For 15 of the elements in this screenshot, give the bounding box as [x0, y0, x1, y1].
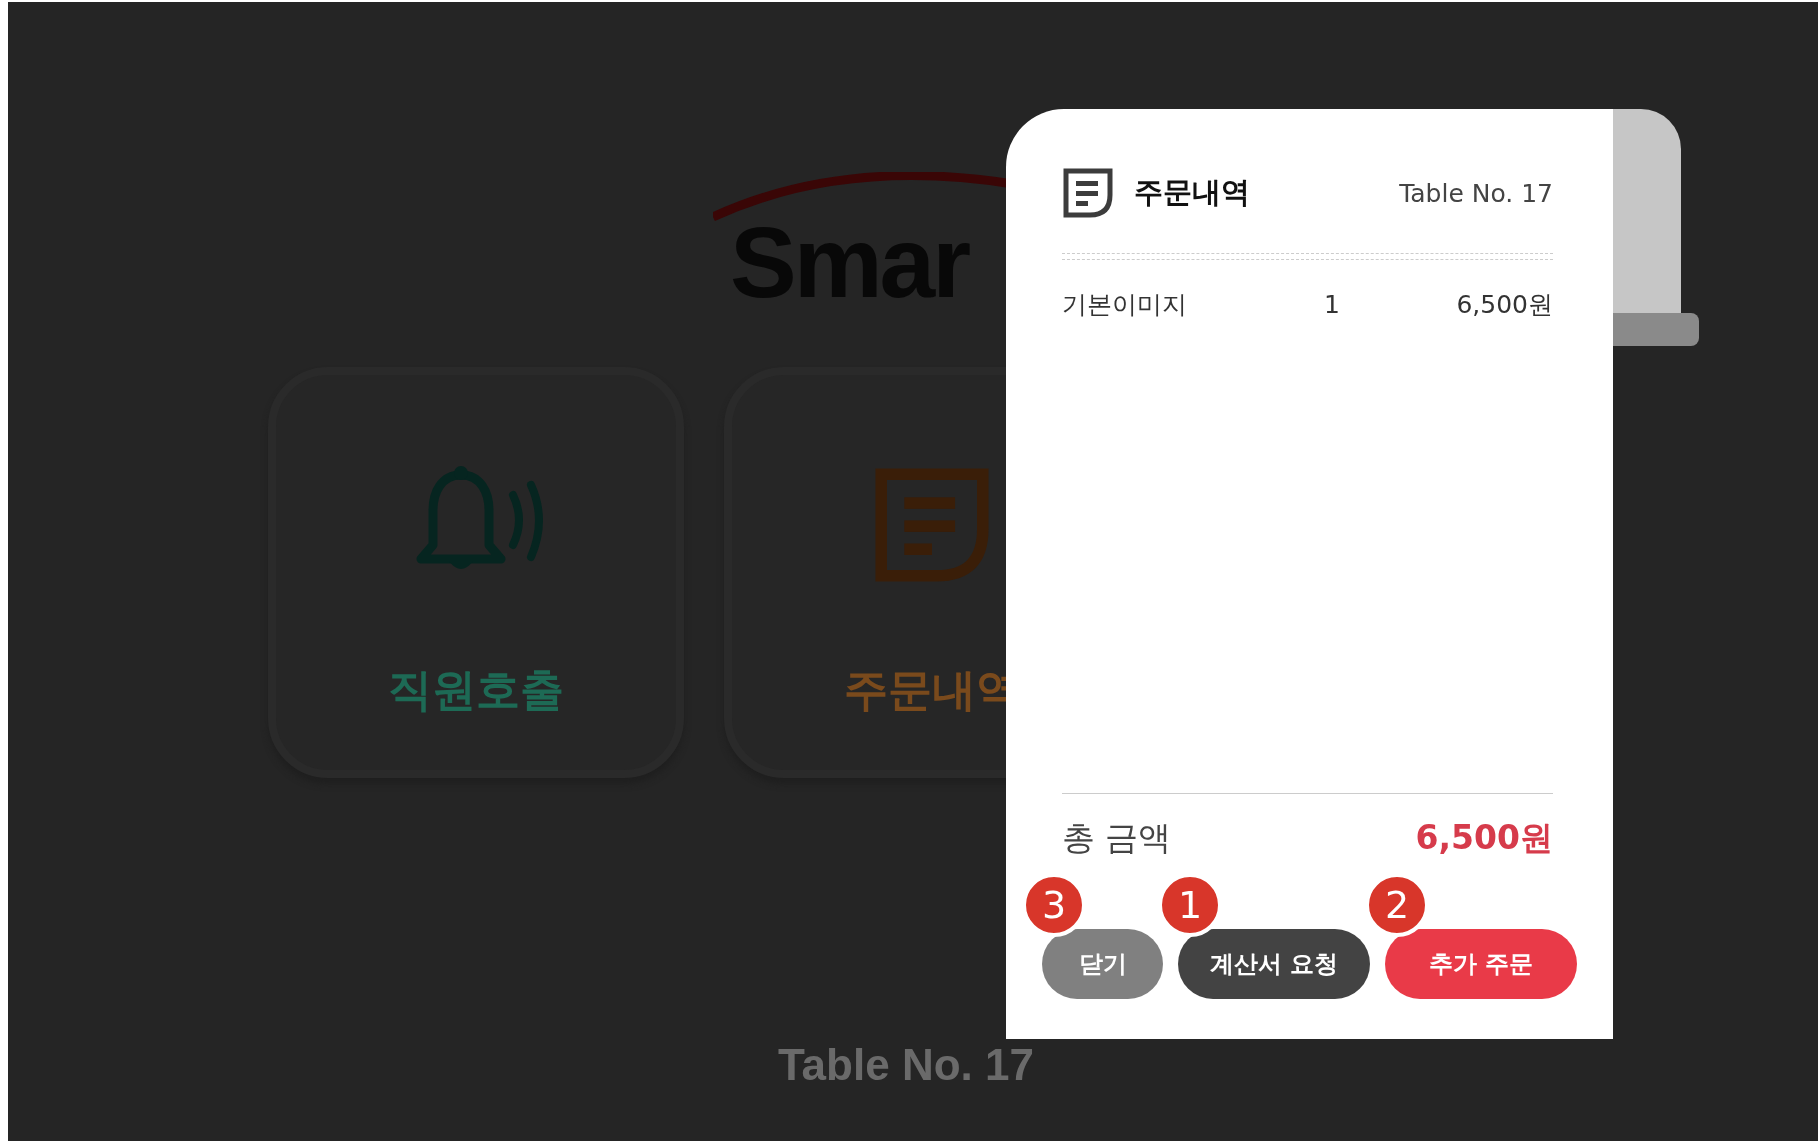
panel-title: 주문내역: [1134, 174, 1250, 211]
item-price: 6,500원: [1456, 289, 1553, 321]
add-order-button[interactable]: 추가 주문: [1385, 929, 1577, 999]
document-icon: [1062, 167, 1114, 219]
table-number: Table No. 17: [1399, 178, 1553, 208]
document-icon: [872, 465, 992, 585]
card-label: 직원호출: [388, 663, 564, 717]
bill-request-button[interactable]: 계산서 요청: [1178, 929, 1370, 999]
table-number: Table No. 17: [778, 1040, 1034, 1090]
total-amount: 6,500원: [1415, 817, 1553, 859]
item-name: 기본이미지: [1062, 289, 1188, 321]
total-label: 총 금액: [1062, 817, 1172, 859]
item-quantity: 1: [1323, 290, 1341, 319]
close-button[interactable]: 닫기: [1042, 929, 1163, 999]
menu-card[interactable]: 직원호출: [268, 367, 684, 778]
